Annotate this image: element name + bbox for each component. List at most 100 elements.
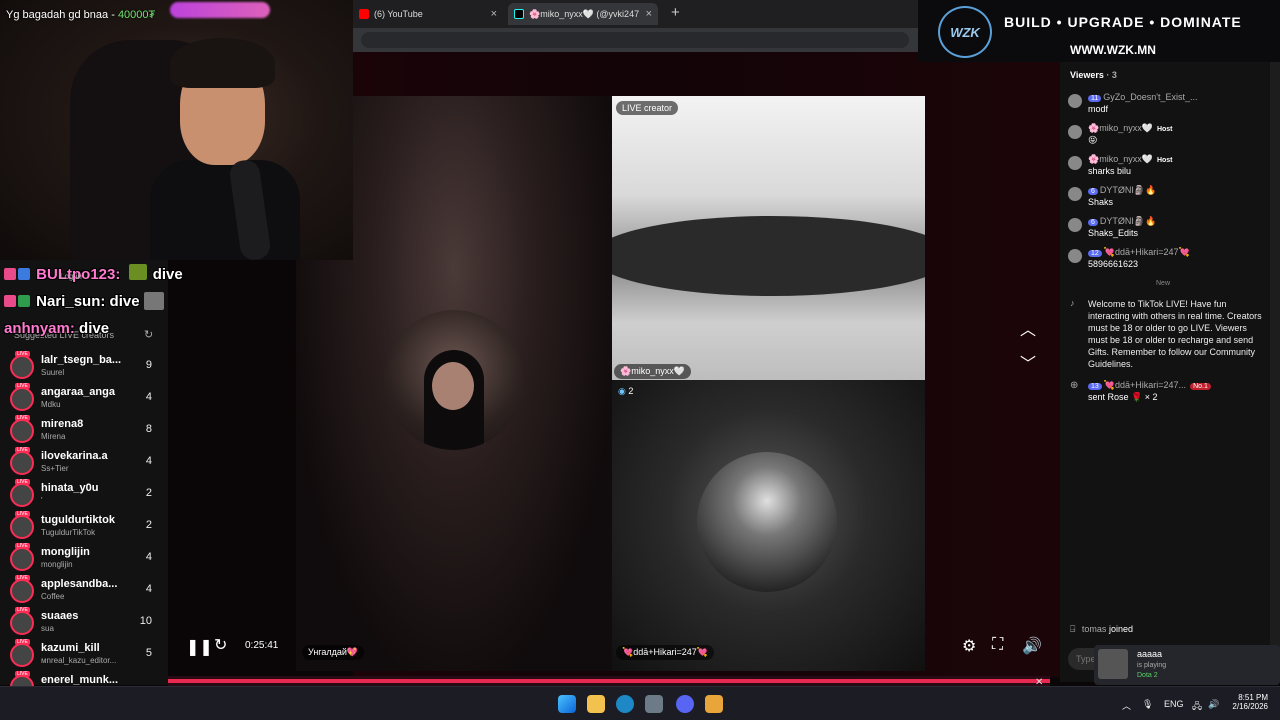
- overlay-chat-line: anhnyam: dive: [4, 320, 110, 337]
- tab-close-icon[interactable]: ×: [491, 8, 497, 20]
- suggested-creator[interactable]: LIVE mirena8 Mirena 8: [10, 415, 160, 446]
- gift-message: ⊕ 13 💘ddā+Hikari=247... No.1 sent Rose 🌹 ×…: [1068, 380, 1264, 408]
- volume-icon[interactable]: 🔊: [1022, 636, 1042, 656]
- avatar: [10, 483, 34, 507]
- creator-name: lalr_tsegn_ba...: [41, 354, 122, 366]
- chat-message[interactable]: 🌸miko_nyxx🤍 Host 😝: [1068, 123, 1264, 151]
- tab-tiktok[interactable]: 🌸miko_nyxx🤍 (@yvki247) ×: [508, 3, 658, 25]
- creator-sub: Mirena: [41, 432, 66, 441]
- mic-icon[interactable]: 🎙: [1142, 699, 1153, 710]
- chat-text: Shaks_Edits: [1088, 228, 1139, 238]
- chevron-up-icon[interactable]: ︿: [1020, 316, 1036, 340]
- badge-icon: [4, 268, 16, 280]
- discord-icon[interactable]: [676, 695, 694, 713]
- level-badge: 12: [1088, 250, 1102, 257]
- viewer-count: 5: [145, 647, 152, 659]
- gem-icon: ◉: [618, 386, 626, 396]
- chevron-up-icon[interactable]: ︿: [1122, 699, 1131, 712]
- network-icon[interactable]: 🖧: [1192, 699, 1202, 715]
- browser-tabbar: (6) YouTube × 🌸miko_nyxx🤍 (@yvki247) × +: [353, 0, 918, 28]
- suggested-creator[interactable]: LIVE applesandba... Coffee 4: [10, 575, 160, 606]
- tiktok-icon: ♪: [1070, 298, 1075, 308]
- chat-message[interactable]: 6 DYTØNI🗿🔥 Shaks: [1068, 185, 1264, 213]
- refresh-icon[interactable]: ↻: [214, 635, 227, 655]
- chat-user: DYTØNI🗿🔥: [1099, 216, 1157, 226]
- level-badge: 11: [1088, 95, 1102, 102]
- emote-icon: [143, 292, 164, 310]
- viewers-header: Viewers · 3: [1070, 70, 1117, 80]
- creator-sub: sua: [41, 624, 54, 633]
- refresh-icon[interactable]: ↻: [144, 328, 153, 341]
- avatar: [1068, 187, 1082, 201]
- creator-name: suaaes: [41, 610, 79, 622]
- tiktok-icon: [514, 9, 524, 19]
- file-explorer-icon[interactable]: [587, 695, 605, 713]
- settings-icon[interactable]: ⚙: [962, 636, 976, 656]
- overlay-chat-line: Nari_sun: dive: [4, 292, 166, 310]
- edge-icon[interactable]: [616, 695, 634, 713]
- suggested-creator[interactable]: LIVE ilovekarina.a Ss+Tier 4: [10, 447, 160, 478]
- chat-message[interactable]: 12 💘ddā+Hikari=247💘 5896661623: [1068, 247, 1264, 275]
- pause-icon[interactable]: ❚❚: [186, 637, 213, 657]
- fullscreen-icon[interactable]: ⛶: [992, 636, 1003, 654]
- chat-message[interactable]: 🌸miko_nyxx🤍 Host sharks bilu: [1068, 154, 1264, 182]
- emote-icon: [128, 264, 147, 280]
- avatar: [10, 515, 34, 539]
- suggested-creator[interactable]: LIVE angaraa_anga Mdku 4: [10, 383, 160, 414]
- chevron-down-icon[interactable]: ﹀: [1020, 350, 1036, 374]
- live-tag: LIVE: [15, 447, 30, 453]
- suggested-creator[interactable]: LIVE suaaes sua 10: [10, 607, 160, 638]
- chat-text: 😝: [1088, 135, 1098, 145]
- avatar: [1068, 156, 1082, 170]
- address-bar: [353, 28, 918, 52]
- app-icon[interactable]: [705, 695, 723, 713]
- host-video-tile[interactable]: [612, 96, 925, 380]
- joined-notice: ⍈ tomas joined: [1070, 624, 1133, 634]
- tab-close-icon[interactable]: ×: [646, 8, 652, 20]
- chat-user: GyZo_Doesn't_Exist_...: [1103, 92, 1198, 102]
- badge-icon: [4, 295, 16, 307]
- live-tag: LIVE: [15, 351, 30, 357]
- viewer-count: 9: [145, 359, 152, 371]
- progress-bar[interactable]: [168, 676, 1050, 686]
- viewer-count: 4: [145, 583, 152, 595]
- suggested-creator[interactable]: LIVE tuguldurtiktok TuguldurTikTok 2: [10, 511, 160, 542]
- creator-name: angaraa_anga: [41, 386, 115, 398]
- host-badge: Host: [1156, 126, 1173, 133]
- creator-sub: мnreal_kazu_editor...: [41, 656, 117, 665]
- badge-icon: [18, 268, 30, 280]
- guest-avatar-left: [384, 310, 524, 450]
- volume-icon[interactable]: 🔊: [1208, 699, 1219, 710]
- welcome-message: ♪ Welcome to TikTok LIVE! Have fun inter…: [1070, 298, 1262, 369]
- suggested-creator[interactable]: LIVE monglijin monglijin 4: [10, 543, 160, 574]
- avatar: [1068, 249, 1082, 263]
- notification-title: aaaaa: [1137, 649, 1163, 659]
- live-tag: LIVE: [15, 639, 30, 645]
- new-tab-button[interactable]: +: [671, 4, 680, 21]
- clock[interactable]: 8:51 PM 2/16/2026: [1232, 693, 1268, 711]
- suggested-creator[interactable]: LIVE lalr_tsegn_ba... Suurel 9: [10, 351, 160, 382]
- avatar: [10, 611, 34, 635]
- avatar: [10, 643, 34, 667]
- settings-icon[interactable]: [645, 695, 663, 713]
- tab-youtube[interactable]: (6) YouTube ×: [353, 3, 503, 25]
- live-creator-badge: LIVE creator: [616, 101, 679, 115]
- url-field[interactable]: [361, 32, 909, 48]
- game-notification[interactable]: aaaaa is playing Dota 2: [1094, 645, 1280, 685]
- suggested-creator[interactable]: LIVE hinata_y0u ' 2: [10, 479, 160, 510]
- suggested-creator[interactable]: LIVE kazumi_kill мnreal_kazu_editor... 5: [10, 639, 160, 670]
- host-name: 🌸miko_nyxx🤍: [614, 364, 691, 379]
- windows-start-icon[interactable]: [558, 695, 576, 713]
- join-icon: ⍈: [1070, 624, 1076, 634]
- viewer-count: 4: [145, 551, 152, 563]
- taskbar: ︿ 🎙 ENG 🖧 🔊 8:51 PM 2/16/2026: [0, 686, 1280, 720]
- creator-name: tuguldurtiktok: [41, 514, 115, 526]
- level-badge: 6: [1088, 219, 1098, 226]
- live-tag: LIVE: [15, 511, 30, 517]
- elapsed-time: 0:25:41: [245, 640, 279, 651]
- chat-message[interactable]: 6 DYTØNI🗿🔥 Shaks_Edits: [1068, 216, 1264, 244]
- scrollbar[interactable]: [1270, 62, 1280, 682]
- chat-message[interactable]: 11 GyZo_Doesn't_Exist_... modf: [1068, 92, 1264, 120]
- live-tag: LIVE: [15, 607, 30, 613]
- language-indicator[interactable]: ENG: [1164, 699, 1184, 709]
